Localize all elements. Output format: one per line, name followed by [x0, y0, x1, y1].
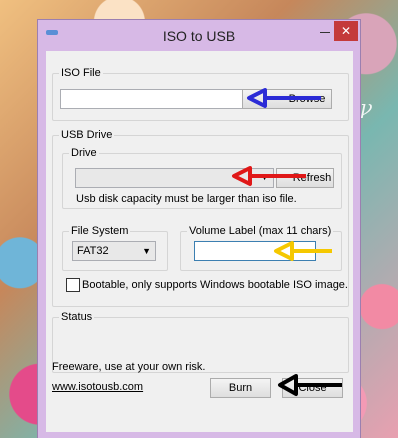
window-close-button[interactable]: ✕ — [334, 21, 358, 41]
burn-button[interactable]: Burn — [210, 378, 271, 398]
window-title: ISO to USB — [162, 28, 236, 44]
drive-legend: Drive — [71, 147, 97, 159]
title-bar: ISO to USB ✕ — [38, 20, 360, 50]
bootable-checkbox[interactable] — [66, 278, 80, 292]
black-arrow-annotation — [278, 374, 342, 396]
red-arrow-annotation — [232, 166, 306, 186]
freeware-note: Freeware, use at your own risk. — [52, 361, 206, 373]
website-link[interactable]: www.isotousb.com — [52, 381, 143, 393]
yellow-arrow-annotation — [274, 241, 332, 261]
minimize-button[interactable] — [314, 20, 336, 40]
iso-path-input[interactable] — [60, 89, 246, 109]
usb-drive-legend: USB Drive — [61, 129, 113, 141]
file-system-select[interactable]: FAT32 ▼ — [72, 241, 156, 261]
wallpaper-decoration: ꝩ — [360, 95, 373, 119]
status-legend: Status — [61, 311, 93, 323]
blue-arrow-annotation — [247, 88, 321, 108]
bootable-label: Bootable, only supports Windows bootable… — [82, 279, 348, 291]
drive-capacity-note: Usb disk capacity must be larger than is… — [76, 193, 297, 205]
chevron-down-icon: ▼ — [142, 246, 151, 256]
file-system-legend: File System — [71, 225, 129, 237]
volume-label-legend: Volume Label (max 11 chars) — [189, 225, 332, 237]
iso-file-legend: ISO File — [61, 67, 101, 79]
file-system-selected-value: FAT32 — [77, 245, 109, 257]
